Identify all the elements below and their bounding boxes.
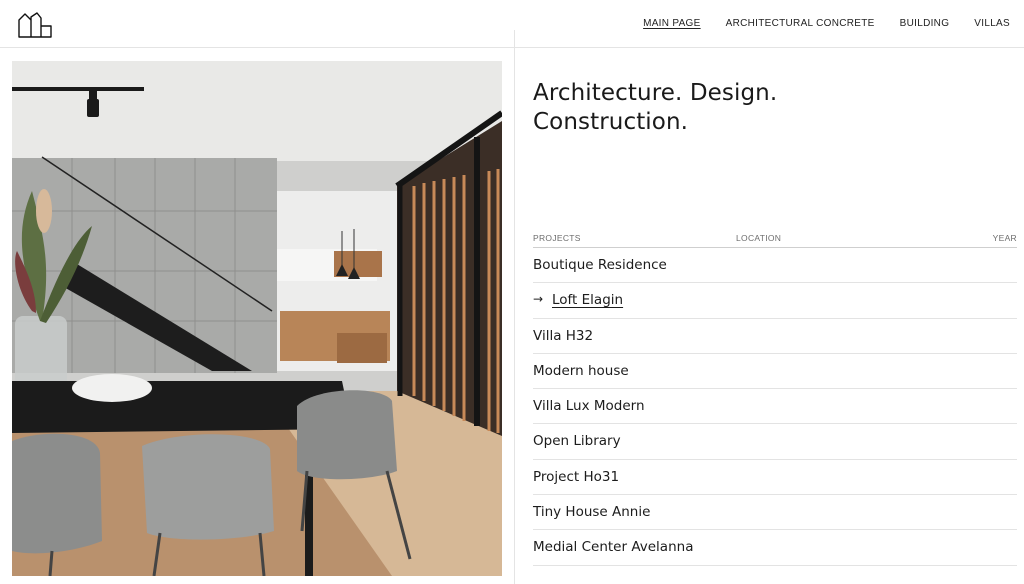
projects-table: PROJECTS LOCATION YEAR Boutique Residenc…	[533, 230, 1017, 566]
column-location[interactable]: LOCATION	[736, 233, 781, 243]
arrow-right-icon: →	[533, 292, 544, 307]
project-row[interactable]: Tiny House Annie	[533, 495, 1017, 531]
project-row[interactable]: Modern house	[533, 354, 1017, 390]
project-name: Project Ho31	[533, 468, 620, 485]
project-name[interactable]: Loft Elagin	[552, 292, 623, 308]
nav-architectural-concrete[interactable]: ARCHITECTURAL CONCRETE	[726, 18, 875, 29]
main-nav: MAIN PAGE ARCHITECTURAL CONCRETE BUILDIN…	[643, 18, 1010, 29]
nav-building[interactable]: BUILDING	[900, 18, 950, 29]
project-row-active[interactable]: → Loft Elagin	[533, 283, 1017, 319]
hero-heading: Architecture. Design. Construction.	[533, 79, 1003, 137]
hero-line-2: Construction.	[533, 109, 689, 135]
project-name: Tiny House Annie	[533, 504, 651, 521]
project-name: Open Library	[533, 433, 621, 450]
project-row[interactable]: Project Ho31	[533, 460, 1017, 496]
nav-villas[interactable]: VILLAS	[974, 18, 1010, 29]
nav-main-page[interactable]: MAIN PAGE	[643, 18, 701, 29]
project-row[interactable]: Villa H32	[533, 319, 1017, 354]
project-name: Boutique Residence	[533, 257, 667, 273]
hero-line-1: Architecture. Design.	[533, 80, 778, 106]
project-name: Villa Lux Modern	[533, 398, 645, 415]
project-row[interactable]: Boutique Residence	[533, 248, 1017, 284]
projects-table-header: PROJECTS LOCATION YEAR	[533, 230, 1017, 248]
project-row[interactable]: Villa Lux Modern	[533, 389, 1017, 425]
column-year[interactable]: YEAR	[993, 233, 1017, 243]
project-row[interactable]: Medial Center Avelanna	[533, 530, 1017, 566]
interior-photo	[12, 61, 502, 576]
project-name: Modern house	[533, 362, 629, 379]
project-row[interactable]: Open Library	[533, 424, 1017, 460]
site-header: MAIN PAGE ARCHITECTURAL CONCRETE BUILDIN…	[0, 0, 1024, 48]
project-name: Villa H32	[533, 327, 594, 344]
column-divider	[514, 30, 515, 584]
building-logo-icon[interactable]	[18, 12, 52, 38]
column-projects[interactable]: PROJECTS	[533, 233, 581, 243]
project-name: Medial Center Avelanna	[533, 539, 694, 556]
